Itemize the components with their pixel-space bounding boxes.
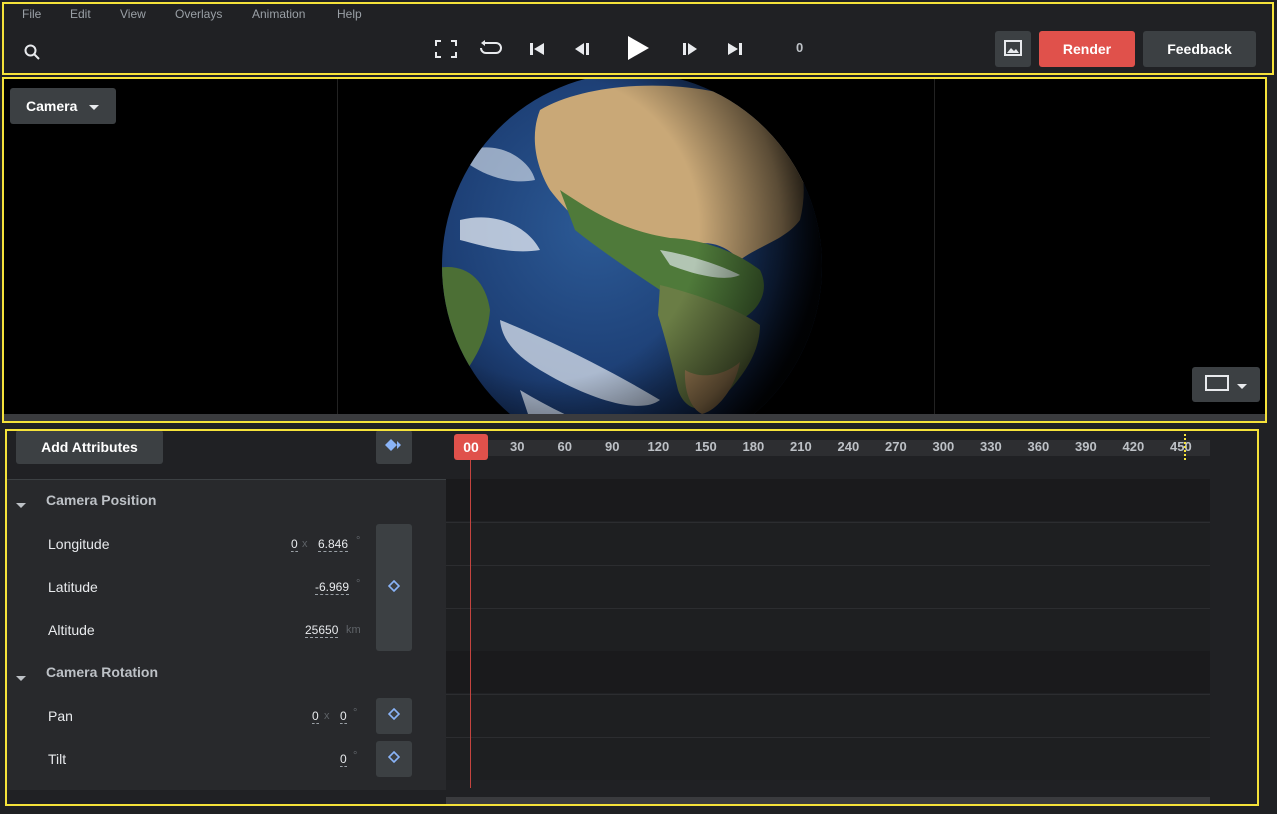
search-icon[interactable] [22, 42, 42, 62]
timeline-tick-label: 450 [1170, 439, 1192, 454]
menu-overlays[interactable]: Overlays [175, 7, 222, 21]
km-unit: km [346, 624, 361, 636]
keyframe-arrow-icon [385, 438, 403, 457]
menu-help[interactable]: Help [337, 7, 362, 21]
menu-file[interactable]: File [22, 7, 41, 21]
image-icon [1004, 39, 1022, 59]
preview-viewport[interactable]: Camera [4, 79, 1266, 414]
timeline-tick-label: 330 [980, 439, 1002, 454]
attr-label-longitude: Longitude [48, 536, 110, 552]
timeline-tick-label: 90 [605, 439, 620, 454]
degree-unit: ° [356, 535, 361, 547]
attr-label-pan: Pan [48, 708, 73, 724]
track-row[interactable] [446, 608, 1210, 651]
timeline-tick-label: 120 [647, 439, 670, 454]
timeline-tick-label: 60 [557, 439, 572, 454]
camera-dropdown[interactable]: Camera [10, 88, 116, 124]
play-icon[interactable] [624, 34, 652, 62]
track-row[interactable] [446, 694, 1210, 737]
step-back-icon[interactable] [571, 39, 593, 59]
attr-label-latitude: Latitude [48, 579, 98, 595]
divider [6, 479, 446, 480]
degree-unit: ° [353, 707, 358, 719]
skip-to-start-icon[interactable] [527, 39, 547, 59]
viewport-scrollbar[interactable] [4, 414, 1266, 422]
multiply-sign: x [324, 710, 330, 722]
safe-frame-line [337, 79, 338, 414]
aspect-ratio-icon [1205, 375, 1229, 394]
keyframe-diamond-icon [387, 579, 401, 597]
aspect-ratio-dropdown[interactable] [1192, 367, 1260, 402]
timeline-tick-label: 210 [790, 439, 812, 454]
menu-view[interactable]: View [120, 7, 146, 21]
end-marker [1184, 434, 1188, 460]
pan-value[interactable]: 0 [340, 709, 347, 724]
caret-down-icon [89, 98, 100, 114]
attr-label-tilt: Tilt [48, 751, 67, 767]
timeline-tick-label: 180 [742, 439, 765, 454]
degree-unit: ° [356, 578, 361, 590]
track-row[interactable] [446, 565, 1210, 608]
attr-label-altitude: Altitude [48, 622, 95, 638]
top-toolbar: File Edit View Overlays Animation Help 0 Rend… [0, 0, 1277, 76]
timeline-scrollbar[interactable] [446, 797, 1210, 805]
step-forward-icon[interactable] [679, 39, 701, 59]
add-attributes-button[interactable]: Add Attributes [16, 430, 163, 464]
timeline-tick-label: 150 [695, 439, 717, 454]
longitude-value[interactable]: 6.846 [318, 537, 349, 552]
camera-dropdown-label: Camera [26, 98, 78, 114]
timeline-tick-label: 240 [837, 439, 860, 454]
collapse-caret-icon[interactable] [16, 669, 26, 687]
timeline-tick-label: 30 [510, 439, 525, 454]
keyframe-button-pan[interactable] [376, 698, 412, 734]
feedback-button[interactable]: Feedback [1143, 31, 1256, 67]
keyframe-diamond-icon [387, 707, 401, 725]
playhead-line [470, 460, 471, 788]
safe-frame-line [934, 79, 935, 414]
altitude-value[interactable]: 25650 [305, 623, 339, 638]
multiply-sign: x [302, 538, 308, 550]
timeline-tick-label: 420 [1122, 439, 1145, 454]
menu-edit[interactable]: Edit [70, 7, 91, 21]
menu-animation[interactable]: Animation [252, 7, 305, 21]
track-row[interactable] [446, 737, 1210, 780]
group-title-camera-position[interactable]: Camera Position [46, 492, 156, 508]
keyframe-button-camera-position[interactable] [376, 524, 412, 651]
earth-globe [440, 79, 828, 414]
keyframe-diamond-icon [387, 750, 401, 768]
loop-icon[interactable] [478, 37, 504, 59]
skip-to-end-icon[interactable] [725, 39, 745, 59]
longitude-revolutions[interactable]: 0 [291, 537, 298, 552]
track-row-group[interactable] [446, 479, 1210, 521]
image-export-button[interactable] [995, 31, 1031, 67]
timeline-tick-label: 360 [1027, 439, 1050, 454]
caret-down-icon [1237, 377, 1247, 393]
timeline-tick-label: 390 [1075, 439, 1097, 454]
pan-revolutions[interactable]: 0 [312, 709, 319, 724]
track-row-group[interactable] [446, 651, 1210, 693]
degree-unit: ° [353, 750, 358, 762]
render-button[interactable]: Render [1039, 31, 1135, 67]
keyframe-navigator-button[interactable] [376, 430, 412, 464]
fullscreen-icon[interactable] [434, 38, 458, 60]
group-title-camera-rotation[interactable]: Camera Rotation [46, 664, 158, 680]
track-row[interactable] [446, 522, 1210, 565]
latitude-value[interactable]: -6.969 [315, 580, 350, 595]
keyframe-button-tilt[interactable] [376, 741, 412, 777]
timeline-tick-label: 300 [932, 439, 955, 454]
timeline-tick-label: 270 [885, 439, 907, 454]
frame-counter: 0 [796, 40, 804, 55]
tilt-value[interactable]: 0 [340, 752, 347, 767]
current-frame-marker[interactable]: 00 [454, 434, 488, 460]
collapse-caret-icon[interactable] [16, 496, 26, 514]
